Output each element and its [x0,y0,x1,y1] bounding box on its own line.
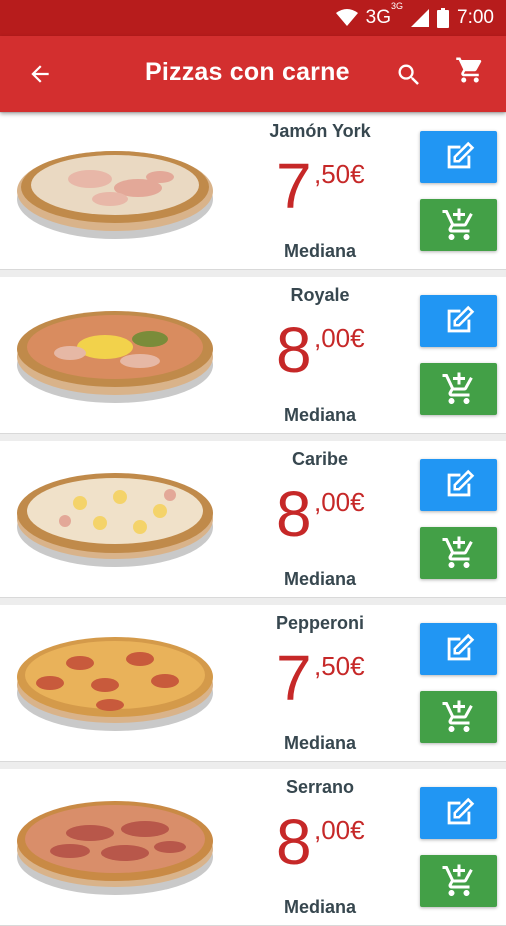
edit-icon [447,141,474,169]
pizza-image [17,473,213,567]
pizza-size: Mediana [283,733,357,753]
price-decimal: ,00€ [314,815,365,845]
battery-icon [437,8,450,28]
price-decimal: ,50€ [314,159,365,189]
status-bar: 3G3G 7:00 [0,0,506,36]
pizza-name: Serrano [285,777,355,797]
arrow-back-icon [31,65,49,83]
pizza-price: 7 ,50€ [260,641,390,721]
edit-icon [447,797,474,825]
edit-button[interactable] [420,459,497,511]
add-shopping-cart-icon [442,864,473,896]
add-to-cart-button[interactable] [420,691,497,743]
pizza-name: Caribe [291,449,349,469]
price-integer: 7 [276,150,312,222]
add-shopping-cart-icon [442,372,473,404]
pizza-card[interactable]: Royale 8 ,00€ Mediana [0,277,506,434]
add-shopping-cart-icon [442,208,473,240]
edit-icon [447,305,474,333]
pizza-image [17,151,213,239]
add-to-cart-button[interactable] [420,855,497,907]
pizza-image [17,311,213,403]
pizza-card[interactable]: Caribe 8 ,00€ Mediana [0,441,506,598]
pizza-name: Pepperoni [275,613,364,633]
clock: 7:00 [457,7,494,28]
pizza-card[interactable]: Pepperoni 7 ,50€ Mediana [0,605,506,762]
edit-button[interactable] [420,295,497,347]
price-integer: 7 [276,642,312,714]
pizza-price: 8 ,00€ [260,313,390,393]
network-type: 3G3G [365,0,404,28]
app-bar: Pizzas con carne [0,36,506,112]
pizza-name: Royale [290,285,350,305]
edit-icon [447,469,474,497]
edit-button[interactable] [420,787,497,839]
search-icon [398,64,419,85]
pizza-card[interactable]: Serrano 8 ,00€ Mediana [0,769,506,926]
pizza-size: Mediana [283,569,357,589]
pizza-price: 8 ,00€ [260,805,390,885]
cart-button[interactable] [452,52,488,88]
pizza-image [17,801,213,895]
add-to-cart-button[interactable] [420,363,497,415]
wifi-icon [335,9,358,27]
pizza-card[interactable]: Jamón York 7 ,50€ Mediana [0,113,506,270]
search-button[interactable] [392,58,426,92]
add-shopping-cart-icon [442,700,473,732]
pizza-size: Mediana [283,241,357,261]
cart-icon [456,57,482,83]
pizza-price: 7 ,50€ [260,149,390,229]
edit-button[interactable] [420,131,497,183]
price-integer: 8 [276,478,312,550]
add-to-cart-button[interactable] [420,199,497,251]
price-decimal: ,00€ [314,487,365,517]
price-integer: 8 [276,314,312,386]
add-shopping-cart-icon [442,536,473,568]
pizza-name: Jamón York [269,121,371,141]
edit-icon [447,633,474,661]
add-to-cart-button[interactable] [420,527,497,579]
back-button[interactable] [22,56,58,92]
pizza-image [17,637,213,731]
pizza-price: 8 ,00€ [260,477,390,557]
pizza-size: Mediana [283,897,357,917]
page-title: Pizzas con carne [145,58,350,86]
edit-button[interactable] [420,623,497,675]
price-decimal: ,50€ [314,651,365,681]
price-integer: 8 [276,806,312,878]
price-decimal: ,00€ [314,323,365,353]
pizza-size: Mediana [283,405,357,425]
signal-icon [411,9,430,27]
